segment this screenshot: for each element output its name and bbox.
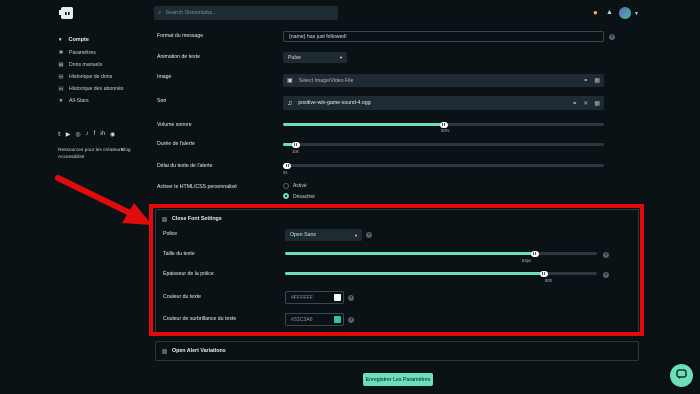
annotation-highlight-box: [149, 204, 644, 336]
duration-label: Durée de l'alerte: [157, 141, 195, 147]
custom-html-label: Activer le HTML/CSS personnalisé: [157, 184, 237, 190]
text-delay-slider[interactable]: [283, 162, 604, 169]
message-format-input[interactable]: {name} has just followed!: [283, 31, 604, 42]
duration-value: 10s: [292, 149, 299, 154]
sidebar-item-all-stars[interactable]: ★ All-Stars: [58, 98, 89, 104]
star-icon: ★: [58, 98, 64, 104]
avatar[interactable]: [619, 7, 631, 19]
volume-slider[interactable]: [283, 121, 604, 128]
radio-disabled-label: Désactivé: [293, 194, 315, 200]
alert-variations-toggle[interactable]: Open Alert Variations: [162, 348, 226, 354]
list-icon: ▤: [58, 86, 64, 92]
volume-label: Volume sonore: [157, 122, 192, 128]
music-note-icon: ♫: [287, 99, 293, 107]
chevron-down-icon[interactable]: ▼: [634, 9, 639, 19]
sound-label: Son: [157, 98, 167, 104]
image-icon: ▣: [287, 78, 293, 84]
search-input[interactable]: Search Streamlabs...: [165, 10, 216, 16]
youtube-icon[interactable]: ▶: [66, 131, 71, 138]
radio-disabled[interactable]: [283, 193, 289, 199]
alert-variations-section: [155, 341, 639, 361]
save-button[interactable]: Enregistrer Les Paramètres: [363, 373, 433, 386]
discord-icon[interactable]: ◉: [110, 131, 115, 138]
link-icon[interactable]: ⚭: [583, 77, 588, 84]
sidebar-heading[interactable]: ▼ Compte: [58, 37, 89, 43]
list-icon: ▤: [58, 74, 64, 80]
footer-link-accessibility[interactable]: Accessibilité: [58, 155, 84, 160]
tiktok-icon[interactable]: ♪: [86, 131, 89, 138]
facebook-icon[interactable]: f: [94, 131, 96, 138]
duration-slider[interactable]: [283, 141, 604, 148]
sound-file-input[interactable]: ♫ positive-win-game-sound-4.ogg ⚭ ✕ ▦: [283, 96, 604, 110]
footer-link-resources[interactable]: Ressources pour les créateurs: [58, 148, 123, 153]
instagram-icon[interactable]: ◎: [75, 131, 80, 138]
text-animation-select[interactable]: Pulse ▼: [283, 52, 347, 63]
gear-icon: ✱: [58, 50, 64, 56]
message-format-label: Format du message: [157, 33, 204, 39]
calendar-icon: ▦: [58, 62, 64, 68]
twitter-icon[interactable]: 𝕥: [58, 131, 61, 138]
help-icon[interactable]: ?: [609, 34, 615, 40]
footer-link-blog[interactable]: Blog: [121, 148, 131, 153]
close-icon[interactable]: ✕: [583, 100, 588, 107]
grid-icon[interactable]: ▦: [594, 77, 604, 84]
expand-icon: [162, 348, 167, 354]
sidebar-item-dons-manuels[interactable]: ▦ Dons manuels: [58, 62, 102, 68]
text-animation-label: Animation de texte: [157, 54, 200, 60]
bell-icon[interactable]: ▲: [606, 8, 613, 18]
sidebar-item-parametres[interactable]: ✱ Paramètres: [58, 50, 96, 56]
radio-enabled-label: Activé: [293, 183, 307, 189]
search-icon: ⌕: [158, 10, 162, 16]
sidebar-item-historique-abonnes[interactable]: ▤ Historique des abonnés: [58, 86, 123, 92]
sidebar-item-historique-dons[interactable]: ▤ Historique de dons: [58, 74, 112, 80]
slider-thumb[interactable]: [439, 121, 448, 128]
streamlabs-logo-icon[interactable]: [58, 5, 76, 21]
social-links: 𝕥 ▶ ◎ ♪ f in ◉: [58, 131, 115, 138]
volume-value: 50%: [441, 128, 450, 133]
chat-button[interactable]: [670, 364, 693, 387]
linkedin-icon[interactable]: in: [100, 131, 105, 138]
chevron-down-icon: ▼: [58, 37, 63, 42]
image-file-input[interactable]: ▣ Select Image/Video File ⚭ ▦: [283, 74, 604, 87]
image-label: Image: [157, 74, 172, 80]
chevron-down-icon: ▼: [339, 55, 343, 60]
link-icon[interactable]: ⚭: [572, 100, 577, 107]
slider-thumb[interactable]: [283, 162, 291, 169]
annotation-arrow-icon: [52, 173, 157, 236]
text-delay-label: Délai du texte de l'alerte: [157, 163, 213, 169]
grid-icon[interactable]: ▦: [594, 100, 604, 107]
search-bar[interactable]: ⌕ Search Streamlabs...: [154, 6, 338, 20]
text-delay-value: 0s: [283, 170, 288, 175]
radio-enabled[interactable]: [283, 183, 289, 189]
points-icon[interactable]: ●: [593, 8, 598, 18]
chat-icon: [676, 367, 687, 385]
slider-thumb[interactable]: [291, 141, 300, 148]
